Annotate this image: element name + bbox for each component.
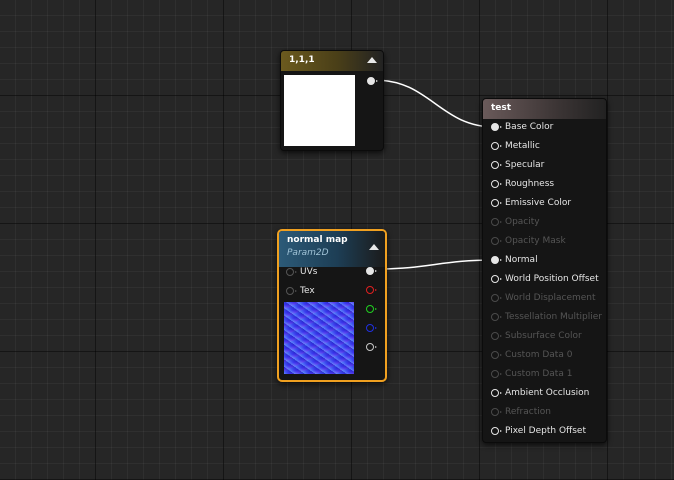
input-pin-icon — [491, 313, 502, 321]
output-pin-icon — [366, 305, 377, 313]
normal-map-thumbnail — [284, 302, 354, 374]
material-node-header[interactable]: test — [483, 99, 606, 119]
pin-label: UVs — [300, 267, 318, 277]
input-pin-icon — [491, 351, 502, 359]
pin-label: Roughness — [505, 179, 555, 189]
material-input-pin[interactable]: Custom Data 0 — [491, 350, 572, 360]
pin-label: Ambient Occlusion — [505, 388, 590, 398]
material-input-pin[interactable]: Roughness — [491, 179, 554, 189]
pin-label: Tex — [300, 286, 315, 296]
material-graph-canvas[interactable]: 1,1,1 normal map Param2D UVs Tex test Ba… — [0, 0, 674, 480]
material-input-pin[interactable]: World Position Offset — [491, 274, 599, 284]
output-pin-icon — [366, 286, 377, 294]
pin-label: Custom Data 0 — [505, 350, 573, 360]
texture-sample-node[interactable]: normal map Param2D UVs Tex — [277, 229, 387, 382]
input-pin-icon — [491, 256, 502, 264]
material-input-pin[interactable]: Emissive Color — [491, 198, 571, 208]
constant-output-pin[interactable] — [367, 77, 378, 85]
output-pin-r[interactable] — [366, 286, 377, 294]
material-input-pin[interactable]: Refraction — [491, 407, 551, 417]
pin-label: Refraction — [505, 407, 551, 417]
constant-vector-node[interactable]: 1,1,1 — [280, 50, 384, 151]
pin-label: Opacity Mask — [505, 236, 566, 246]
input-pin-icon — [491, 389, 502, 397]
output-pin-icon — [367, 77, 378, 85]
pin-label: Normal — [505, 255, 538, 265]
color-swatch-preview — [284, 75, 355, 146]
input-pin-icon — [491, 294, 502, 302]
material-input-pin[interactable]: Normal — [491, 255, 538, 265]
input-pin-icon — [491, 427, 502, 435]
constant-node-title: 1,1,1 — [289, 55, 315, 65]
output-pin-icon — [366, 267, 377, 275]
pin-label: Specular — [505, 160, 545, 170]
wire-texture-to-normal — [374, 259, 496, 270]
material-input-pin[interactable]: Pixel Depth Offset — [491, 426, 586, 436]
output-pin-rgb[interactable] — [366, 267, 377, 275]
pin-label: Opacity — [505, 217, 540, 227]
output-pin-a[interactable] — [366, 343, 377, 351]
pin-label: Pixel Depth Offset — [505, 426, 586, 436]
input-pin-icon — [491, 275, 502, 283]
input-pin-uvs[interactable]: UVs — [286, 267, 317, 277]
input-pin-icon — [491, 218, 502, 226]
texture-node-title: normal map — [287, 235, 348, 245]
collapse-arrow-icon[interactable] — [367, 57, 377, 63]
input-pin-icon — [491, 370, 502, 378]
material-input-pin[interactable]: Opacity — [491, 217, 540, 227]
output-pin-icon — [366, 324, 377, 332]
output-pin-b[interactable] — [366, 324, 377, 332]
input-pin-icon — [491, 180, 502, 188]
pin-label: Metallic — [505, 141, 540, 151]
collapse-arrow-icon[interactable] — [369, 244, 379, 250]
input-pin-icon — [491, 408, 502, 416]
input-pin-icon — [286, 268, 297, 276]
output-pin-g[interactable] — [366, 305, 377, 313]
pin-label: Custom Data 1 — [505, 369, 573, 379]
material-input-pin[interactable]: Opacity Mask — [491, 236, 566, 246]
material-input-pin[interactable]: World Displacement — [491, 293, 596, 303]
material-input-pin[interactable]: Metallic — [491, 141, 540, 151]
material-input-pin[interactable]: Specular — [491, 160, 544, 170]
material-input-pin[interactable]: Subsurface Color — [491, 331, 582, 341]
pin-label: Tessellation Multiplier — [505, 312, 602, 322]
pin-label: Emissive Color — [505, 198, 572, 208]
output-pin-icon — [366, 343, 377, 351]
material-result-node[interactable]: test Base Color Metallic Specular Roughness… — [482, 98, 607, 443]
pin-label: Subsurface Color — [505, 331, 582, 341]
input-pin-icon — [286, 287, 297, 295]
input-pin-icon — [491, 161, 502, 169]
input-pin-icon — [491, 199, 502, 207]
constant-node-header[interactable]: 1,1,1 — [281, 51, 383, 71]
material-input-pin[interactable]: Tessellation Multiplier — [491, 312, 602, 322]
texture-node-header[interactable]: normal map Param2D — [279, 231, 385, 267]
input-pin-icon — [491, 237, 502, 245]
material-node-title: test — [491, 103, 512, 113]
input-pin-icon — [491, 142, 502, 150]
material-input-pin[interactable]: Ambient Occlusion — [491, 388, 589, 398]
texture-node-subtitle: Param2D — [287, 248, 329, 258]
input-pin-icon — [491, 332, 502, 340]
material-input-pin[interactable]: Custom Data 1 — [491, 369, 572, 379]
input-pin-icon — [491, 123, 502, 131]
pin-label: World Position Offset — [505, 274, 599, 284]
material-input-pin[interactable]: Base Color — [491, 122, 553, 132]
pin-label: World Displacement — [505, 293, 596, 303]
input-pin-tex[interactable]: Tex — [286, 286, 315, 296]
wire-const-to-base-color — [374, 79, 496, 128]
pin-label: Base Color — [505, 122, 554, 132]
